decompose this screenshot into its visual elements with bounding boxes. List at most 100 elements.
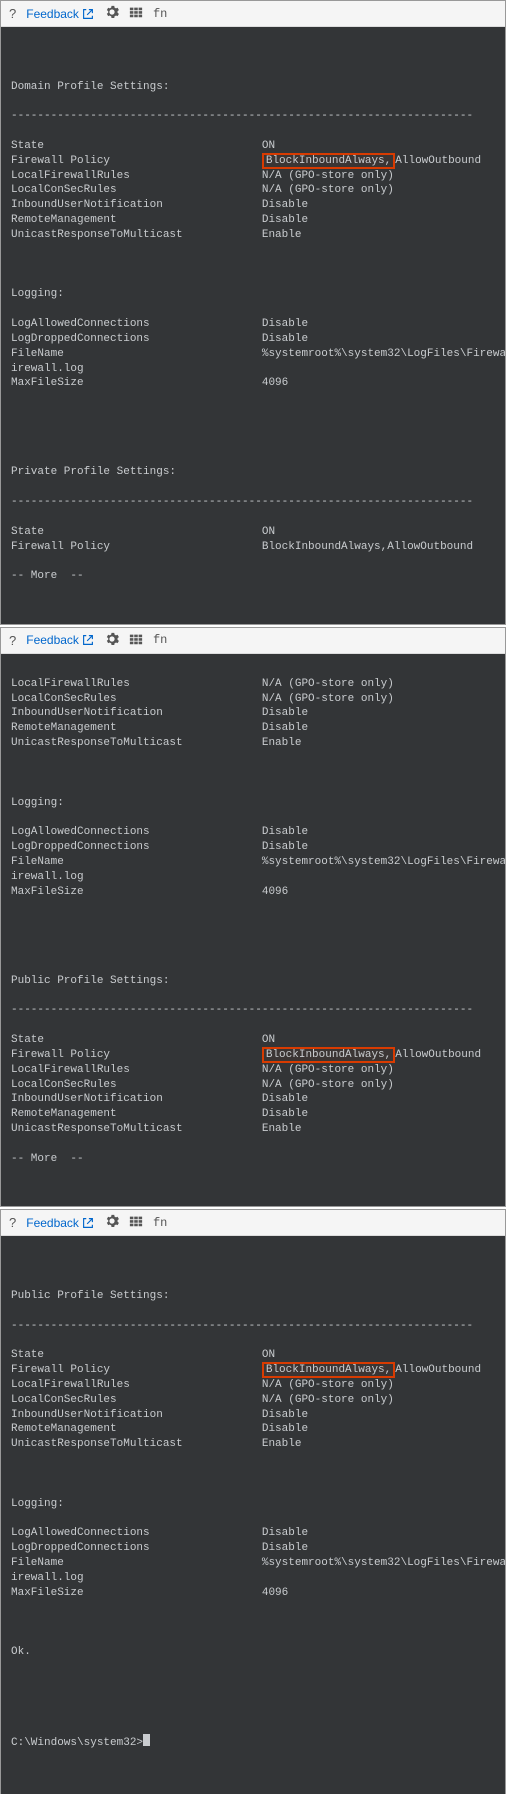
terminal-panel-2: ? Feedback fn LocalFirewallRules N/A (GP…	[0, 627, 506, 1207]
blank-line	[11, 406, 495, 421]
grid-icon[interactable]	[129, 1214, 143, 1231]
ok-line: Ok.	[11, 1645, 495, 1660]
highlighted-value: BlockInboundAlways,	[262, 153, 395, 169]
external-link-icon	[81, 1216, 95, 1230]
blank-line	[11, 1766, 495, 1781]
kv-key: irewall.log	[11, 871, 262, 883]
gear-icon[interactable]	[105, 632, 119, 649]
kv-key: MaxFileSize	[11, 377, 262, 389]
kv-key: LocalFirewallRules	[11, 1064, 262, 1076]
blank-line	[11, 914, 495, 929]
kv-key: UnicastResponseToMulticast	[11, 229, 262, 241]
highlighted-value: BlockInboundAlways,	[262, 1362, 395, 1378]
kv-value: Disable	[262, 841, 308, 853]
logging-header: Logging:	[11, 287, 495, 302]
toolbar: ? Feedback fn	[1, 1, 505, 27]
kv-value: %systemroot%\system32\LogFiles\Firewall\…	[262, 856, 505, 868]
kv-key: LocalFirewallRules	[11, 1379, 262, 1391]
kv-row: State ON	[11, 1348, 495, 1363]
kv-row: FileName %systemroot%\system32\LogFiles\…	[11, 347, 495, 362]
blank-line	[11, 1467, 495, 1482]
kv-row: LogDroppedConnections Disable	[11, 1541, 495, 1556]
kv-value: Disable	[262, 199, 308, 211]
toolbar: ? Feedback fn	[1, 1210, 505, 1236]
divider: ----------------------------------------…	[11, 1319, 495, 1334]
kv-key: UnicastResponseToMulticast	[11, 1123, 262, 1135]
kv-value: ON	[262, 526, 275, 538]
terminal-panel-1: ? Feedback fn Domain Profile Settings: -…	[0, 0, 506, 625]
grid-icon[interactable]	[129, 5, 143, 22]
kv-value: AllowOutbound	[395, 1364, 481, 1376]
feedback-link[interactable]: Feedback	[26, 1216, 95, 1230]
kv-row: UnicastResponseToMulticast Enable	[11, 228, 495, 243]
kv-value: N/A (GPO-store only)	[262, 1064, 394, 1076]
kv-value: N/A (GPO-store only)	[262, 1079, 394, 1091]
external-link-icon	[81, 7, 95, 21]
kv-value: Disable	[262, 1108, 308, 1120]
kv-key: FileName	[11, 348, 262, 360]
kv-key: UnicastResponseToMulticast	[11, 1438, 262, 1450]
kv-row: Firewall Policy BlockInboundAlways,Allow…	[11, 154, 495, 169]
kv-key: State	[11, 526, 262, 538]
section-header: Private Profile Settings:	[11, 465, 495, 480]
fn-button[interactable]: fn	[153, 633, 167, 647]
kv-value: Disable	[262, 826, 308, 838]
kv-value: N/A (GPO-store only)	[262, 184, 394, 196]
kv-key: LocalConSecRules	[11, 1079, 262, 1091]
fn-button[interactable]: fn	[153, 7, 167, 21]
kv-key: FileName	[11, 856, 262, 868]
prompt-line[interactable]: C:\Windows\system32>	[11, 1734, 495, 1751]
prompt-text: C:\Windows\system32>	[11, 1737, 143, 1749]
kv-row: RemoteManagement Disable	[11, 721, 495, 736]
kv-key: Firewall Policy	[11, 155, 262, 167]
kv-key: irewall.log	[11, 363, 262, 375]
kv-row: InboundUserNotification Disable	[11, 198, 495, 213]
blank-line	[11, 1259, 495, 1274]
kv-value: Disable	[262, 707, 308, 719]
fn-button[interactable]: fn	[153, 1216, 167, 1230]
kv-key: LogDroppedConnections	[11, 841, 262, 853]
help-icon[interactable]: ?	[9, 1215, 16, 1230]
feedback-link[interactable]: Feedback	[26, 633, 95, 647]
help-icon[interactable]: ?	[9, 633, 16, 648]
highlighted-value: BlockInboundAlways,	[262, 1047, 395, 1063]
kv-key: InboundUserNotification	[11, 1093, 262, 1105]
kv-row: LocalConSecRules N/A (GPO-store only)	[11, 1078, 495, 1093]
blank-line	[11, 258, 495, 273]
kv-row: State ON	[11, 1033, 495, 1048]
feedback-label: Feedback	[26, 7, 79, 21]
help-icon[interactable]: ?	[9, 6, 16, 21]
kv-value: Disable	[262, 722, 308, 734]
gear-icon[interactable]	[105, 5, 119, 22]
gear-icon[interactable]	[105, 1214, 119, 1231]
kv-row: LocalConSecRules N/A (GPO-store only)	[11, 692, 495, 707]
logging-header: Logging:	[11, 1497, 495, 1512]
kv-key: InboundUserNotification	[11, 199, 262, 211]
terminal-output-2[interactable]: LocalFirewallRules N/A (GPO-store only)L…	[1, 654, 505, 1206]
kv-row: irewall.log	[11, 1571, 495, 1586]
blank-line	[11, 1675, 495, 1690]
kv-value: BlockInboundAlways,AllowOutbound	[262, 541, 473, 553]
kv-row: LocalFirewallRules N/A (GPO-store only)	[11, 169, 495, 184]
kv-key: LogAllowedConnections	[11, 826, 262, 838]
kv-row: MaxFileSize 4096	[11, 885, 495, 900]
rows: State ONFirewall Policy BlockInboundAlwa…	[11, 139, 495, 243]
kv-value: %systemroot%\system32\LogFiles\Firewall\…	[262, 1557, 505, 1569]
kv-value: Disable	[262, 333, 308, 345]
terminal-output-1[interactable]: Domain Profile Settings: ---------------…	[1, 27, 505, 624]
external-link-icon	[81, 633, 95, 647]
divider: ----------------------------------------…	[11, 109, 495, 124]
section-header: Public Profile Settings:	[11, 974, 495, 989]
kv-row: InboundUserNotification Disable	[11, 1092, 495, 1107]
blank-line	[11, 1615, 495, 1630]
rows: State ONFirewall Policy BlockInboundAlwa…	[11, 525, 495, 555]
kv-row: State ON	[11, 525, 495, 540]
kv-value: N/A (GPO-store only)	[262, 170, 394, 182]
kv-row: Firewall Policy BlockInboundAlways,Allow…	[11, 540, 495, 555]
feedback-label: Feedback	[26, 1216, 79, 1230]
blank-line	[11, 944, 495, 959]
grid-icon[interactable]	[129, 632, 143, 649]
kv-value: AllowOutbound	[395, 1049, 481, 1061]
terminal-output-3[interactable]: Public Profile Settings: ---------------…	[1, 1236, 505, 1794]
feedback-link[interactable]: Feedback	[26, 7, 95, 21]
